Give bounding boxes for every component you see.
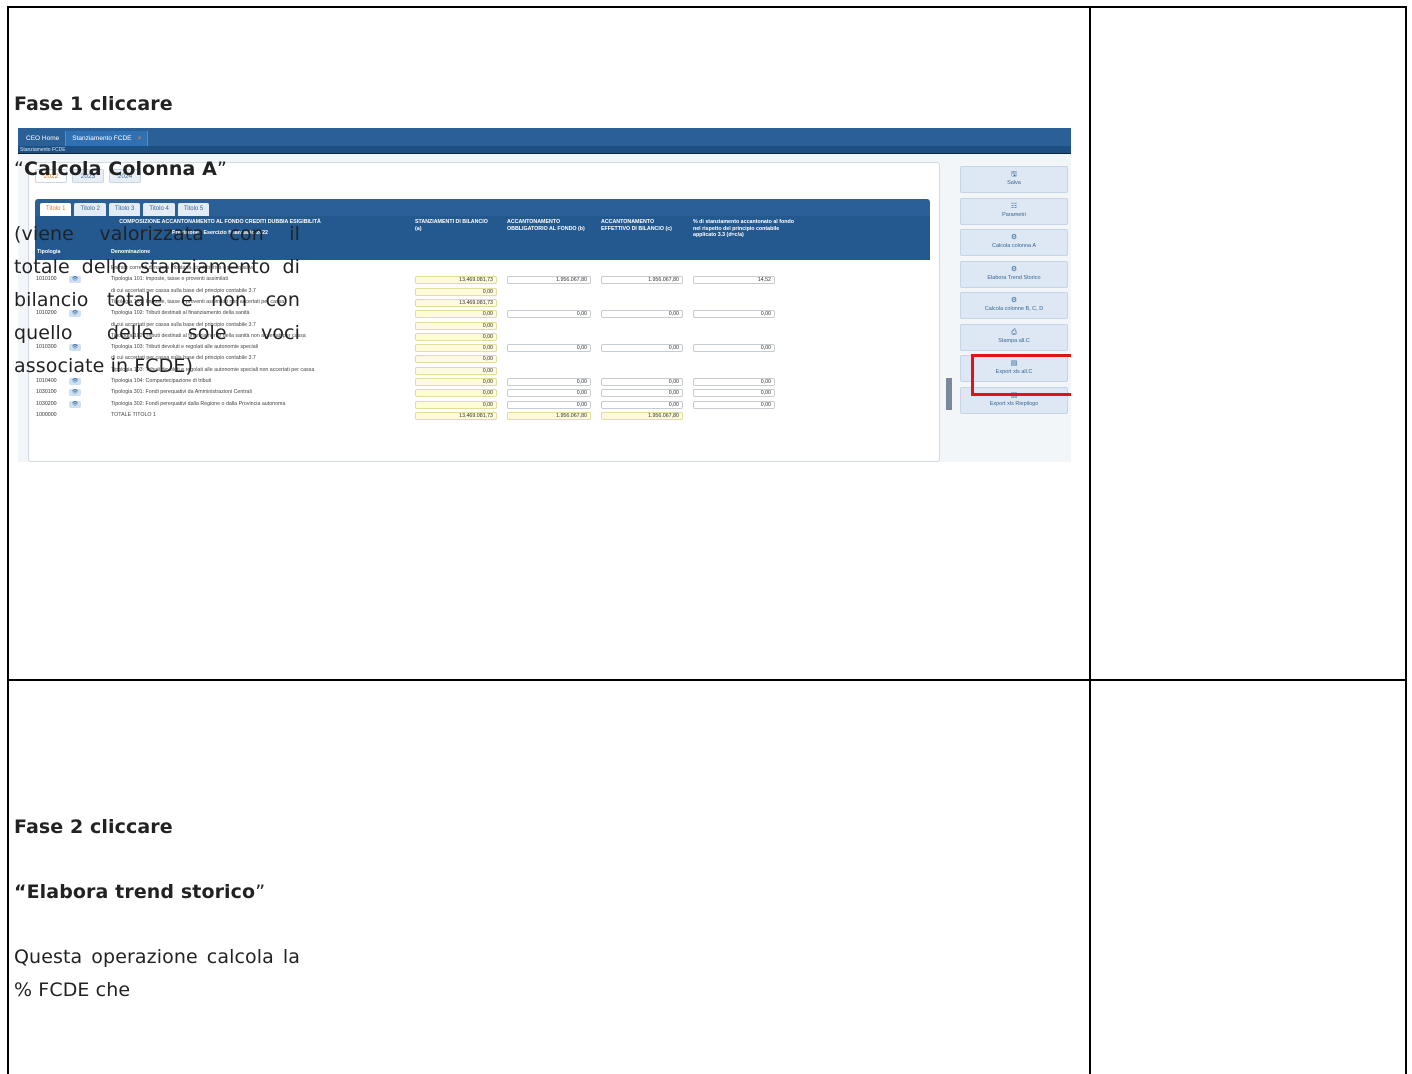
field-percentuale-d[interactable]: 0,00: [693, 310, 775, 319]
step-2-description: Questa operazione calcola la % FCDE che: [14, 946, 300, 1001]
table-cell-step-2: [1090, 680, 1407, 1074]
field-accantonamento-c[interactable]: 0,00: [601, 400, 683, 409]
step-1-action-text: Calcola Colonna A: [23, 158, 217, 180]
quote-open: “: [14, 881, 27, 903]
table-cell-step-1: [1090, 6, 1407, 680]
field-stanziamento-a[interactable]: 13.469.081,73: [415, 298, 497, 307]
table-row: 1030100 👁 Tipologia 301: Fondi perequativi…: [35, 388, 930, 398]
step-2-title: Fase 2 cliccare: [14, 811, 300, 844]
button-label: Export xls all.C: [995, 369, 1033, 375]
field-accantonamento-b[interactable]: 0,00: [507, 389, 591, 398]
field-stanziamento-a[interactable]: 0,00: [415, 310, 497, 319]
row-denominazione: Tipologia 302: Fondi perequativi dalla R…: [111, 400, 286, 407]
step-1-text: Fase 1 cliccare “Calcola Colonna A” (vie…: [14, 88, 300, 383]
header-col-b: ACCANTONAMENTO OBBLIGATORIO AL FONDO (b): [507, 219, 585, 232]
document-page: CEO Home Stanziamento FCDE × Stanziamento…: [0, 0, 1412, 1074]
button-label: Salva: [1007, 180, 1021, 186]
field-accantonamento-b[interactable]: 0,00: [507, 378, 591, 386]
table-row: 1030200 👁 Tipologia 302: Fondi perequativi…: [35, 400, 930, 409]
field-stanziamento-a[interactable]: 0,00: [415, 389, 497, 398]
step-2-title-text: Fase 2 cliccare: [14, 816, 173, 838]
field-accantonamento-c[interactable]: 0,00: [601, 344, 683, 353]
view-icon[interactable]: 👁: [69, 400, 81, 408]
quote-close: ”: [255, 881, 266, 903]
field-stanziamento-a[interactable]: 13.469.081,73: [415, 276, 497, 285]
table-row: 1000000 TOTALE TITOLO 1 13.469.081,73 1.956…: [35, 411, 930, 420]
file-icon: ▤: [1010, 391, 1018, 399]
step-1-description: (viene valorizzata con il totale dello s…: [14, 223, 300, 377]
field-accantonamento-b[interactable]: 0,00: [507, 400, 591, 409]
step-2-action-text: Elabora trend storico: [26, 881, 256, 903]
field-stanziamento-a: 13.469.081,73: [415, 411, 497, 420]
header-col-c: ACCANTONAMENTO EFFETTIVO DI BILANCIO (c): [601, 219, 672, 232]
field-accantonamento-b[interactable]: 1.956.067,80: [507, 276, 591, 285]
step-1-title: Fase 1 cliccare: [14, 88, 300, 121]
field-accantonamento-c[interactable]: 0,00: [601, 378, 683, 386]
header-col-a: STANZIAMENTI DI BILANCIO (a): [415, 219, 488, 232]
button-label: Stampa all.C: [998, 337, 1030, 344]
print-icon: ⎙: [1011, 328, 1017, 336]
button-label: Calcola colonne B, C, D: [984, 306, 1044, 312]
row-denominazione: TOTALE TITOLO 1: [111, 411, 156, 418]
field-stanziamento-a[interactable]: 0,00: [415, 378, 497, 386]
field-stanziamento-a[interactable]: 0,00: [415, 400, 497, 409]
stampa-all-c-button[interactable]: ⎙ Stampa all.C: [960, 323, 1068, 351]
button-label: Export xls Riepilogo: [989, 400, 1039, 407]
field-accantonamento-c: 1.956.067,80: [601, 411, 683, 420]
calcola-colonne-b-c-d-button[interactable]: ⚙ Calcola colonne B, C, D: [960, 292, 1068, 319]
row-denominazione: Tipologia 301: Fondi perequativi da Ammi…: [111, 389, 252, 396]
header-col-d: % di stanziamento accantonato al fondo n…: [693, 219, 794, 238]
row-code: 1000000: [36, 411, 57, 418]
field-percentuale-d[interactable]: 0,00: [693, 400, 775, 409]
parameters-icon: ☷: [1010, 202, 1018, 210]
step-1-title-text: Fase 1 cliccare: [14, 93, 173, 115]
field-accantonamento-c[interactable]: 1.956.067,80: [601, 276, 683, 285]
quote-open: “: [14, 158, 24, 180]
panel-splitter[interactable]: [946, 378, 952, 410]
field-stanziamento-a[interactable]: 0,00: [415, 344, 497, 353]
button-label: Elabora Trend Storico: [987, 274, 1041, 281]
calcola-colonna-a-button[interactable]: ⚙ Calcola colonna A: [960, 229, 1068, 256]
field-percentuale-d[interactable]: 0,00: [693, 389, 775, 398]
calculate-icon: ⚙: [1010, 265, 1018, 273]
field-stanziamento-a[interactable]: 0,00: [415, 355, 497, 364]
field-accantonamento-b: 1.956.067,80: [507, 411, 591, 420]
row-code: 1030200: [36, 400, 57, 407]
field-percentuale-d[interactable]: 0,00: [693, 344, 775, 353]
row-code: 1030100: [36, 389, 57, 396]
field-accantonamento-c[interactable]: 0,00: [601, 389, 683, 398]
elabora-trend-storico-button[interactable]: ⚙ Elabora Trend Storico: [960, 260, 1068, 288]
view-icon[interactable]: 👁: [69, 389, 81, 397]
field-stanziamento-a[interactable]: 0,00: [415, 332, 497, 341]
field-stanziamento-a[interactable]: 0,00: [415, 366, 497, 375]
calculate-icon: ⚙: [1010, 297, 1018, 304]
field-accantonamento-c[interactable]: 0,00: [601, 310, 683, 319]
button-label: Parametri: [1002, 211, 1026, 218]
file-icon: ▤: [1010, 360, 1018, 367]
salva-button[interactable]: 🖫 Salva: [960, 166, 1068, 193]
step-2-action: “Elabora trend storico”: [14, 876, 300, 909]
field-stanziamento-a[interactable]: 0,00: [415, 321, 497, 330]
save-icon: 🖫: [1011, 171, 1017, 178]
export-xls-all-c-button[interactable]: ▤ Export xls all.C: [960, 355, 1068, 382]
action-buttons: 🖫 Salva ☷ Parametri ⚙ Calcola colonna A ⚙ Elabo…: [960, 166, 1068, 418]
calculate-icon: ⚙: [1010, 234, 1018, 241]
field-accantonamento-b[interactable]: 0,00: [507, 344, 591, 353]
field-accantonamento-b[interactable]: 0,00: [507, 310, 591, 319]
field-percentuale-d[interactable]: 0,00: [693, 378, 775, 386]
field-stanziamento-a[interactable]: 0,00: [415, 287, 497, 296]
quote-close: ”: [216, 158, 227, 180]
field-percentuale-d[interactable]: 14,52: [693, 276, 775, 285]
export-xls-riepilogo-button[interactable]: ▤ Export xls Riepilogo: [960, 386, 1068, 414]
step-2-text: Fase 2 cliccare “Elabora trend storico” …: [14, 811, 300, 1007]
button-label: Calcola colonna A: [991, 243, 1037, 249]
parametri-button[interactable]: ☷ Parametri: [960, 197, 1068, 225]
step-1-action: “Calcola Colonna A”: [14, 153, 300, 186]
